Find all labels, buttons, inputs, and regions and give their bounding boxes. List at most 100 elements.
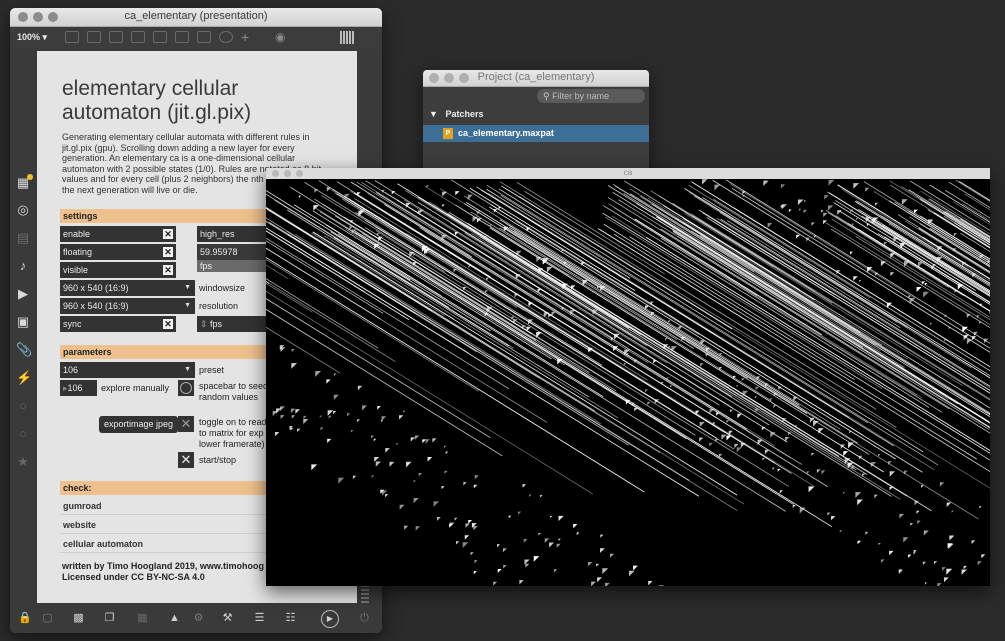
toggle-label-2: to matrix for exp [199, 428, 264, 438]
new-view-icon[interactable]: ❐ [103, 612, 116, 624]
grid-icon[interactable] [340, 31, 354, 44]
keyboard-icon[interactable]: ☰ [253, 612, 266, 624]
preset-menu[interactable]: 106 ▼ [60, 362, 195, 378]
project-item-label: ca_elementary.maxpat [458, 128, 554, 138]
resolution-menu[interactable]: 960 x 540 (16:9) ▼ [60, 298, 195, 314]
filter-placeholder: Filter by name [552, 91, 610, 101]
hierarchy-icon[interactable]: ▲ [168, 612, 181, 624]
toggle-label-1: toggle on to read [199, 417, 267, 427]
visible-message[interactable]: visible [60, 262, 160, 278]
power-icon[interactable]: ⏻ [358, 612, 371, 624]
start-stop-label: start/stop [199, 455, 237, 465]
edit-icon[interactable]: ▢ [41, 612, 54, 624]
zoom-level-menu[interactable]: 100% ▾ [17, 32, 47, 43]
bottom-toolbar: 🔒 ▢ ▩ ❐ ▦ ▲ ⚙ ⚒ ☰ ☷ ▶ ⏻ [10, 603, 382, 633]
fps-number-box[interactable]: ⇕ fps [197, 316, 267, 332]
play-sequence-icon[interactable]: ▶ [16, 287, 30, 301]
enable-toggle[interactable]: ✕ [160, 226, 176, 242]
object-icon[interactable] [65, 31, 79, 43]
main-titlebar[interactable]: ca_elementary (presentation) [10, 8, 382, 27]
explore-value: 106 [67, 383, 83, 393]
message-icon[interactable] [87, 31, 101, 43]
bpatcher-icon[interactable]: ○ [16, 427, 30, 441]
slider-icon[interactable] [175, 31, 189, 43]
patcher-toolbar: 100% ▾ + ◉ [10, 27, 382, 49]
project-window: Project (ca_elementary) ⚲ Filter by name… [423, 70, 649, 170]
checkbox-x-icon: ✕ [163, 265, 173, 275]
left-sidebar: ▦ ◎ ▤ ♪ ▶ ▣ 📎 ⚡ ○ ○ ★ [10, 48, 36, 603]
resize-grip[interactable] [361, 583, 369, 603]
toggle-icon[interactable] [131, 31, 145, 43]
comment-icon[interactable] [109, 31, 123, 43]
music-note-icon[interactable]: ♪ [16, 259, 30, 273]
sync-toggle[interactable]: ✕ [160, 316, 176, 332]
plug-icon[interactable]: ⚡ [16, 371, 32, 385]
spacebar-label-1: spacebar to seed [199, 381, 269, 391]
spacebar-label-2: random values [199, 392, 259, 402]
preset-label: preset [199, 365, 225, 375]
preset-value: 106 [63, 365, 79, 375]
lock-icon[interactable]: 🔒 [18, 612, 32, 624]
toggle-label-3: lower framerate) [199, 439, 265, 449]
start-stop-toggle[interactable]: ✕ [178, 452, 194, 468]
star-icon[interactable]: ★ [16, 455, 30, 469]
page-title: elementary cellular automaton (jit.gl.pi… [62, 77, 252, 124]
mixer-icon[interactable]: ☷ [284, 612, 297, 624]
project-window-title: Project (ca_elementary) [477, 71, 595, 83]
resolution-label: resolution [199, 301, 239, 311]
chevron-down-icon: ▼ [184, 366, 191, 373]
windowsize-menu[interactable]: 960 x 540 (16:9) ▼ [60, 280, 195, 296]
license-text: Licensed under CC BY-NC-SA 4.0 [62, 572, 205, 582]
project-item-row[interactable]: P ca_elementary.maxpat [423, 125, 649, 142]
disclosure-triangle-icon: ▼ [429, 109, 438, 119]
film-icon[interactable]: ▤ [16, 231, 30, 245]
windowsize-value: 960 x 540 (16:9) [63, 283, 129, 293]
patchers-group-label: Patchers [445, 109, 484, 119]
notification-dot-icon [27, 174, 33, 180]
ca-window-title: ca [623, 168, 633, 177]
seed-button[interactable] [178, 380, 194, 396]
main-window-title: ca_elementary (presentation) [124, 10, 268, 22]
floating-message[interactable]: floating [60, 244, 160, 260]
audio-play-icon[interactable]: ▶ [321, 610, 339, 628]
patcher-file-icon: P [443, 128, 453, 139]
target-icon[interactable]: ◎ [16, 203, 30, 217]
fps-number-label: fps [210, 319, 223, 329]
explore-number-box[interactable]: ▸106 [60, 380, 97, 396]
grid-toggle-icon[interactable]: ▦ [136, 612, 149, 624]
chevron-down-icon: ▼ [184, 302, 191, 309]
vst-icon[interactable]: ○ [16, 399, 30, 413]
fps-display: 59.95978 [197, 244, 267, 260]
filter-search-input[interactable]: ⚲ Filter by name [537, 89, 645, 103]
sync-message[interactable]: sync [60, 316, 160, 332]
presentation-icon[interactable]: ▩ [72, 612, 85, 624]
patchers-group[interactable]: ▼ Patchers [429, 109, 483, 119]
enable-message[interactable]: enable [60, 226, 160, 242]
dial-icon[interactable] [219, 31, 233, 43]
ca-visualization[interactable] [266, 179, 990, 586]
image-icon[interactable]: ▣ [16, 315, 30, 329]
checkbox-x-icon: ✕ [163, 229, 173, 239]
wrench-icon[interactable]: ⚒ [221, 612, 234, 624]
panel-icon[interactable] [197, 31, 211, 43]
visible-toggle[interactable]: ✕ [160, 262, 176, 278]
author-credit: written by Timo Hoogland 2019, www.timoh… [62, 561, 265, 571]
paperclip-icon[interactable]: 📎 [16, 343, 32, 357]
paint-bucket-icon[interactable]: ◉ [275, 30, 285, 44]
read-matrix-toggle[interactable]: ✕ [178, 416, 194, 432]
search-icon: ⚲ [543, 91, 550, 101]
floating-toggle[interactable]: ✕ [160, 244, 176, 260]
windowsize-label: windowsize [199, 283, 246, 293]
high-res-message[interactable]: high_res [197, 226, 267, 242]
button-icon[interactable] [153, 31, 167, 43]
project-titlebar[interactable]: Project (ca_elementary) [423, 70, 649, 87]
checkbox-x-icon: ✕ [163, 319, 173, 329]
checkbox-x-icon: ✕ [163, 247, 173, 257]
debug-icon[interactable]: ⚙ [192, 612, 205, 624]
explore-label: explore manually [101, 383, 170, 393]
fps-label: fps [197, 260, 267, 272]
add-object-icon[interactable]: + [241, 29, 249, 45]
ca-titlebar[interactable]: ca [266, 168, 990, 179]
export-image-button[interactable]: exportimage jpeg [99, 416, 179, 433]
stepper-icon: ⇕ [200, 319, 211, 329]
